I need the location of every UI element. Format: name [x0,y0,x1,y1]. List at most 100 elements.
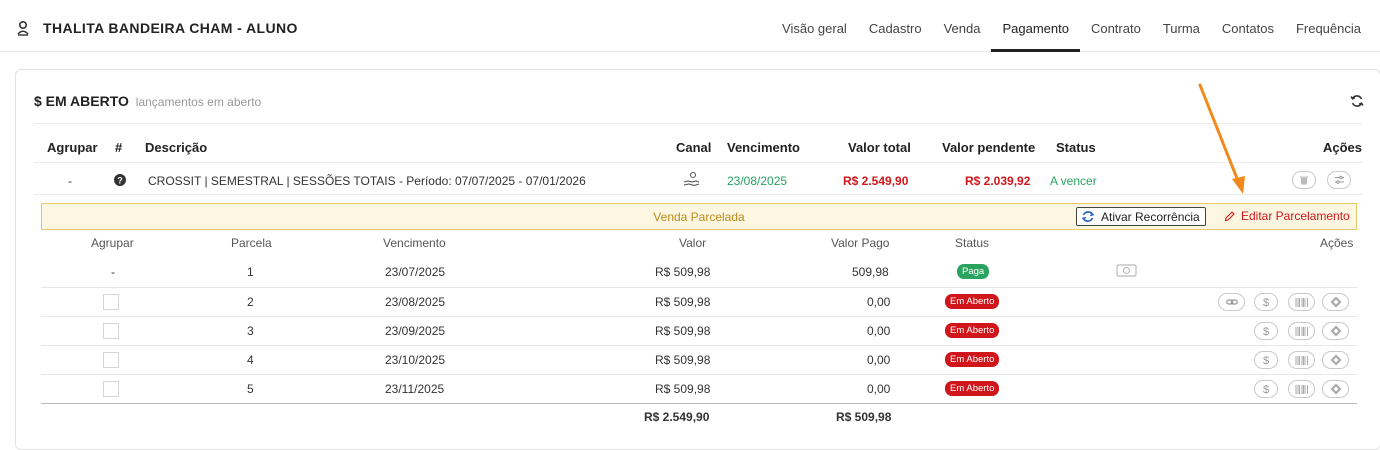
installment-1-vencimento: 23/07/2025 [385,265,446,279]
sub-header-acoes: Ações [1320,236,1354,250]
boleto-button[interactable] [1288,322,1315,340]
installment-2-checkbox[interactable] [103,294,119,310]
tab-contatos[interactable]: Contatos [1211,0,1285,52]
row-agrupar: - [68,174,72,188]
installment-1-valor-pago: 509,98 [852,265,889,279]
svg-text:$: $ [1263,297,1269,308]
installment-2-vencimento: 23/08/2025 [385,295,446,309]
installment-3-valor: R$ 509,98 [655,324,711,338]
tab-pagamento[interactable]: Pagamento [991,0,1080,52]
tab-contrato[interactable]: Contrato [1080,0,1152,52]
sub-header-parcela: Parcela [231,236,272,250]
col-header-valor-total: Valor total [848,140,911,155]
pix-button[interactable] [1322,293,1349,311]
sub-header-valor-pago: Valor Pago [831,236,890,250]
installment-5-parcela: 5 [247,382,254,396]
row-status: A vencer [1050,174,1097,188]
pix-icon [1330,383,1341,395]
installment-1-valor: R$ 509,98 [655,265,711,279]
dollar-icon: $ [1263,355,1269,366]
installment-4-valor: R$ 509,98 [655,353,711,367]
status-badge: Paga [957,264,990,279]
tab-cadastro[interactable]: Cadastro [858,0,933,52]
installment-4-checkbox[interactable] [103,352,119,368]
settings-button[interactable] [1327,171,1351,189]
boleto-button[interactable] [1288,351,1315,369]
sliders-icon [1334,175,1344,184]
divider [41,316,1357,317]
divider [34,194,1362,195]
status-badge: Em Aberto [945,352,1000,367]
dollar-icon: $ [1263,326,1269,337]
col-header-vencimento: Vencimento [727,140,800,155]
installment-5-valor: R$ 509,98 [655,382,711,396]
row-vencimento: 23/08/2025 [727,174,788,188]
cash-icon [1116,264,1137,277]
pix-icon [1330,296,1341,308]
pay-button[interactable]: $ [1254,322,1278,340]
edit-installments-link[interactable]: Editar Parcelamento [1224,209,1350,223]
pay-button[interactable]: $ [1254,293,1278,311]
payment-link-button[interactable] [1218,293,1245,311]
refresh-icon[interactable] [1350,94,1364,108]
installment-3-vencimento: 23/09/2025 [385,324,446,338]
svg-text:$: $ [1263,355,1269,366]
installment-2-valor-pago: 0,00 [867,295,891,309]
barcode-icon [1295,355,1308,365]
divider [34,162,1362,163]
row-valor-total: R$ 2.549,90 [843,174,909,188]
col-header-agrupar: Agrupar [47,140,98,155]
installment-3-checkbox[interactable] [103,323,119,339]
boleto-button[interactable] [1288,380,1315,398]
tab-venda[interactable]: Venda [933,0,992,52]
status-badge: Em Aberto [945,381,1000,396]
installment-bar: Venda Parcelada Ativar Recorrência Edita… [41,203,1357,230]
installment-3-valor-pago: 0,00 [867,324,891,338]
tab-turma[interactable]: Turma [1152,0,1211,52]
card-title-text: $ EM ABERTO [34,93,129,109]
total-valor: R$ 2.549,90 [644,410,710,424]
svg-text:?: ? [117,175,123,185]
open-entries-card: $ EM ABERTO lançamentos em aberto Agrupa… [15,69,1380,450]
pay-button[interactable]: $ [1254,380,1278,398]
installment-5-checkbox[interactable] [103,381,119,397]
pix-button[interactable] [1322,322,1349,340]
tab-frequencia[interactable]: Frequência [1285,0,1372,52]
pay-button[interactable]: $ [1254,351,1278,369]
divider [41,287,1357,288]
dollar-icon: $ [1263,384,1269,395]
boleto-button[interactable] [1288,293,1315,311]
barcode-icon [1295,297,1308,307]
link-icon [1225,299,1238,305]
recurrence-icon [1081,211,1095,222]
pencil-icon [1224,210,1235,221]
delete-button[interactable] [1292,171,1316,189]
divider [41,345,1357,346]
svg-text:$: $ [1263,326,1269,337]
dollar-icon: $ [1263,297,1269,308]
divider [41,403,1357,404]
tab-visao-geral[interactable]: Visão geral [771,0,858,52]
installment-5-valor-pago: 0,00 [867,382,891,396]
card-title: $ EM ABERTO lançamentos em aberto [34,93,261,109]
pix-button[interactable] [1322,351,1349,369]
col-header-valor-pendente: Valor pendente [942,140,1036,155]
help-icon[interactable]: ? [114,174,126,186]
sub-header-status: Status [955,236,990,250]
svg-text:$: $ [1263,384,1269,395]
activate-recurrence-label: Ativar Recorrência [1101,209,1200,224]
installment-2-parcela: 2 [247,295,254,309]
pix-icon [1330,354,1341,366]
hand-coin-icon [683,171,700,187]
installment-1-parcela: 1 [247,265,254,279]
installment-1-agrupar: - [111,265,115,279]
user-icon [17,20,29,36]
activate-recurrence-button[interactable]: Ativar Recorrência [1076,207,1206,226]
annotation-arrow [1198,83,1245,194]
student-name: THALITA BANDEIRA CHAM - ALUNO [43,20,298,36]
row-valor-pendente: R$ 2.039,92 [965,174,1031,188]
status-badge: Em Aberto [945,294,1000,309]
pix-button[interactable] [1322,380,1349,398]
card-subtitle: lançamentos em aberto [135,95,262,109]
trash-icon [1300,176,1308,185]
